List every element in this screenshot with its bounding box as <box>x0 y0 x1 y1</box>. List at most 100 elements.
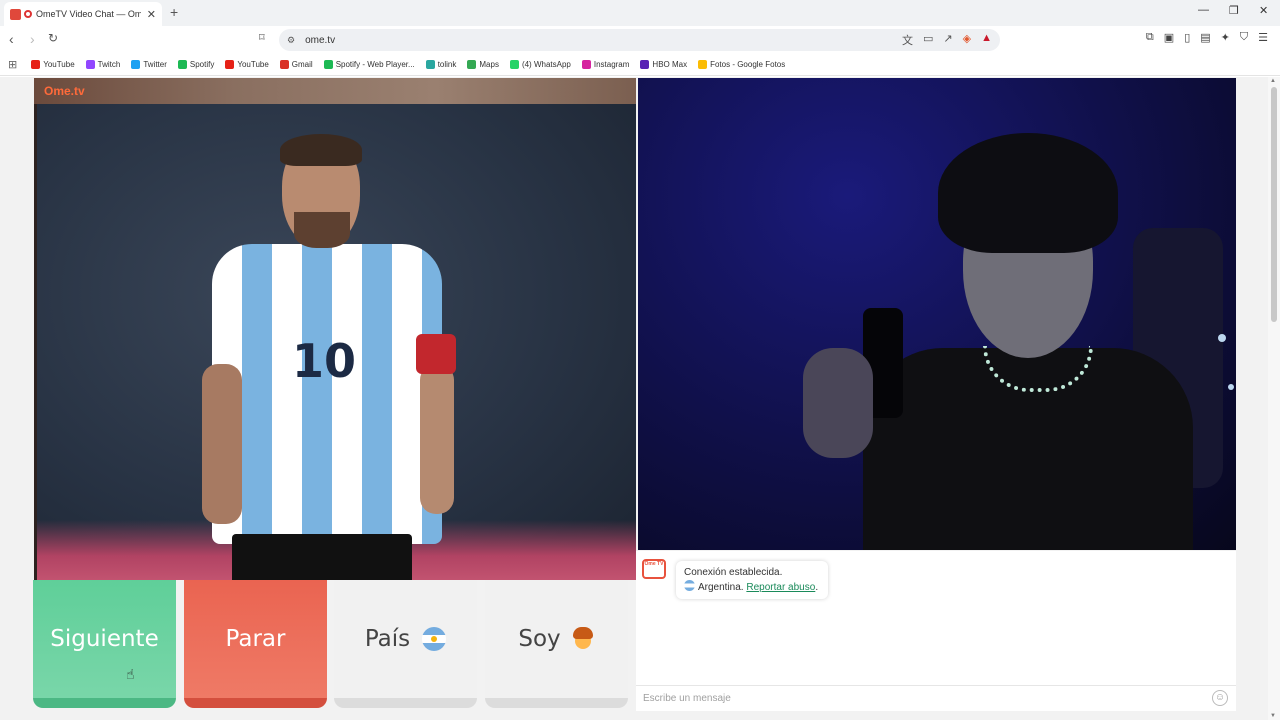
bookmark-favicon-icon <box>323 60 333 69</box>
reading-list-icon[interactable]: ▣ <box>1164 31 1174 44</box>
bookmark-label: tolink <box>437 60 457 69</box>
bookmark-label: Gmail <box>291 60 313 69</box>
bookmark-item[interactable]: YouTube <box>31 60 75 69</box>
ometv-page: Ome.tv 10 Siguiente Parar País Soy Ome T… <box>0 77 1280 720</box>
report-suffix: . <box>815 582 819 593</box>
bookmark-label: YouTube <box>43 60 75 69</box>
tab-strip: OmeTV Video Chat — Omeg ✕ + — ❐ ✕ <box>0 0 1280 26</box>
bookmark-item[interactable]: YouTube <box>225 60 269 69</box>
left-arm <box>202 364 242 524</box>
forward-icon[interactable]: › <box>30 31 35 47</box>
bookmark-favicon-icon <box>131 60 141 69</box>
system-message: Conexión establecida. Argentina. Reporta… <box>676 561 828 599</box>
bookmark-favicon-icon <box>85 60 95 69</box>
bookmarks-bar: ⊞ YouTube Twitch Twitter Spotify YouTube Gmai… <box>0 54 1280 76</box>
recording-icon <box>24 10 32 18</box>
scroll-down-icon[interactable]: ▼ <box>1270 713 1276 719</box>
restore-button[interactable]: ❐ <box>1229 4 1239 17</box>
gender-button[interactable]: Soy <box>485 580 628 708</box>
jersey-number: 10 <box>292 334 357 388</box>
bookmark-label: Spotify - Web Player... <box>335 60 415 69</box>
stop-button[interactable]: Parar <box>184 580 327 708</box>
light-dot <box>1228 384 1234 390</box>
bookmark-item[interactable]: Spotify <box>177 60 215 69</box>
brave-shield-icon[interactable]: ◈ <box>963 32 971 48</box>
bookmark-label: Spotify <box>189 60 215 69</box>
person-hand <box>803 348 873 458</box>
bookmark-label: Maps <box>479 60 499 69</box>
remote-video <box>638 78 1236 550</box>
new-tab-button[interactable]: + <box>170 4 178 20</box>
leo-ai-icon[interactable]: ✦ <box>1221 31 1230 44</box>
extensions-icon[interactable]: ⧉ <box>1146 31 1154 44</box>
wallet-icon[interactable]: ▤ <box>1200 31 1210 44</box>
bookmark-favicon-icon <box>509 60 519 69</box>
page-scrollbar[interactable]: ▲ ▼ <box>1268 77 1280 720</box>
ometv-chat-logo: Ome TV <box>642 559 666 579</box>
hand-cursor-icon: ☝ <box>126 666 135 682</box>
bookmark-item[interactable]: Twitch <box>85 60 121 69</box>
bookmark-label: Twitter <box>143 60 167 69</box>
bookmark-label: Twitch <box>97 60 121 69</box>
argentina-flag-icon <box>422 627 447 651</box>
scroll-up-icon[interactable]: ▲ <box>1270 78 1276 84</box>
close-window-button[interactable]: ✕ <box>1259 4 1268 17</box>
site-settings-icon[interactable]: ⚙ <box>287 35 295 46</box>
apps-grid-icon[interactable]: ⊞ <box>8 58 17 71</box>
tab-close-icon[interactable]: ✕ <box>147 8 156 21</box>
local-video-header: Ome.tv <box>34 78 636 104</box>
country-button[interactable]: País <box>334 580 477 708</box>
partner-country: Argentina. <box>698 582 744 593</box>
reload-icon[interactable]: ↻ <box>48 31 58 45</box>
bookmark-item[interactable]: (4) WhatsApp <box>509 60 571 69</box>
player-beard <box>294 212 350 248</box>
bookmark-label: YouTube <box>237 60 269 69</box>
person-hair <box>938 133 1118 253</box>
translate-icon[interactable]: 文 <box>902 32 913 48</box>
scrollbar-thumb[interactable] <box>1271 87 1277 322</box>
bookmark-item[interactable]: tolink <box>425 60 457 69</box>
bookmark-item[interactable]: Twitter <box>131 60 167 69</box>
address-bar[interactable]: ⚙ ome.tv 文 ▭ ↗ ◈ ▲ <box>279 29 1000 51</box>
ometv-favicon-icon <box>10 8 21 20</box>
shorts <box>232 534 412 580</box>
jersey <box>212 244 442 544</box>
boy-emoji-icon <box>571 627 595 651</box>
captain-armband <box>416 334 456 374</box>
local-camera-image: 10 <box>37 104 636 580</box>
next-label: Siguiente <box>50 626 159 652</box>
bookmark-item[interactable]: Gmail <box>279 60 313 69</box>
bookmark-favicon-icon <box>425 60 435 69</box>
bookmark-item[interactable]: Maps <box>467 60 499 69</box>
back-icon[interactable]: ‹ <box>9 31 14 47</box>
bookmark-item[interactable]: Spotify - Web Player... <box>323 60 415 69</box>
url-text: ome.tv <box>305 34 336 46</box>
brave-rewards-icon[interactable]: ▲ <box>981 32 992 48</box>
emoji-icon[interactable]: ☺ <box>1212 690 1228 706</box>
bookmark-label: HBO Max <box>652 60 688 69</box>
bookmark-label: (4) WhatsApp <box>521 60 571 69</box>
gender-label: Soy <box>518 626 561 652</box>
bookmark-item[interactable]: Instagram <box>581 60 629 69</box>
menu-icon[interactable]: ☰ <box>1258 31 1268 44</box>
bookmark-favicon-icon <box>31 60 41 69</box>
bookmark-favicon-icon <box>467 60 477 69</box>
bookmark-item[interactable]: Fotos - Google Fotos <box>698 60 785 69</box>
ometv-logo: Ome.tv <box>44 84 85 98</box>
bookmark-favicon-icon <box>225 60 235 69</box>
browser-tab[interactable]: OmeTV Video Chat — Omeg ✕ <box>4 2 162 26</box>
report-abuse-link[interactable]: Reportar abuso <box>746 582 815 593</box>
browser-toolbar: ‹ › ↻ ⌑ ⚙ ome.tv 文 ▭ ↗ ◈ ▲ ⧉ ▣ ▯ ▤ ✦ ⛉ ☰ <box>0 26 1280 54</box>
share-icon[interactable]: ↗ <box>943 32 952 48</box>
bookmark-icon[interactable]: ⌑ <box>259 31 265 44</box>
bookmark-favicon-icon <box>581 60 591 69</box>
sidebar-icon[interactable]: ▯ <box>1184 31 1190 44</box>
next-button[interactable]: Siguiente <box>33 580 176 708</box>
cast-icon[interactable]: ▭ <box>923 32 933 48</box>
chat-message-input[interactable] <box>636 688 1196 708</box>
connection-message: Conexión establecida. <box>684 567 783 578</box>
bookmark-item[interactable]: HBO Max <box>640 60 687 69</box>
local-video: Ome.tv 10 <box>34 78 636 580</box>
vpn-icon[interactable]: ⛉ <box>1240 31 1248 44</box>
minimize-button[interactable]: — <box>1198 4 1209 16</box>
